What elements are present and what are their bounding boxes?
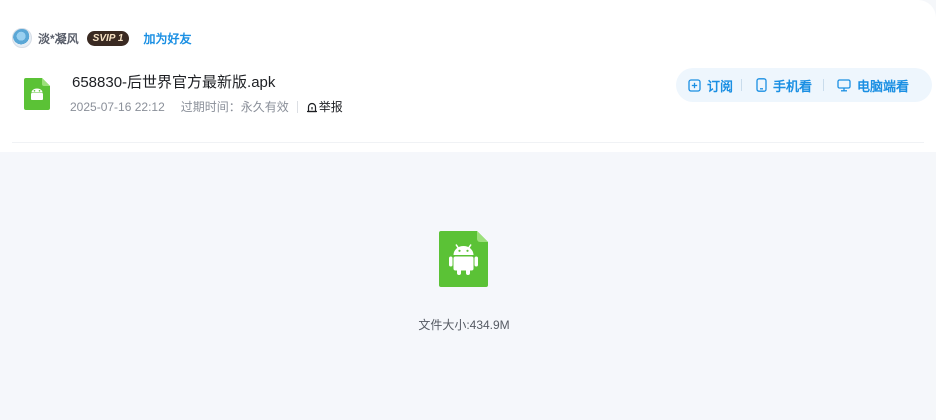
phone-view-label: 手机看 xyxy=(773,78,813,94)
expire-time: 过期时间：永久有效 xyxy=(180,100,289,114)
file-header-card: 淡*凝风 SVIP 1 加为好友 658830-后世界官方最新版.apk 202… xyxy=(0,0,936,152)
header-divider xyxy=(12,142,924,143)
subscribe-button[interactable]: 订阅 xyxy=(688,76,733,95)
meta-divider xyxy=(296,100,298,113)
action-separator xyxy=(741,79,743,91)
phone-view-button[interactable]: 手机看 xyxy=(756,76,812,95)
file-info-row: 658830-后世界官方最新版.apk 2025-07-16 22:12 过期时… xyxy=(24,72,343,115)
phone-icon xyxy=(756,78,767,92)
android-apk-icon xyxy=(439,231,488,287)
file-details: 658830-后世界官方最新版.apk 2025-07-16 22:12 过期时… xyxy=(70,72,343,115)
subscribe-icon xyxy=(688,78,701,92)
upload-date: 2025-07-16 22:12 xyxy=(70,99,165,114)
pc-view-label: 电脑端看 xyxy=(857,78,910,94)
action-separator xyxy=(823,79,825,91)
report-button[interactable]: 举报 xyxy=(306,98,343,115)
apk-file-icon xyxy=(24,78,50,110)
vip-badge: SVIP 1 xyxy=(86,30,130,46)
file-size-label: 文件大小:434.9M xyxy=(418,318,510,332)
file-meta: 2025-07-16 22:12 过期时间：永久有效 举报 xyxy=(70,98,343,115)
view-actions-bar: 订阅 手机看 电脑端看 xyxy=(676,68,932,102)
report-label: 举报 xyxy=(318,100,343,114)
file-name: 658830-后世界官方最新版.apk xyxy=(72,74,276,91)
uploader-row: 淡*凝风 SVIP 1 加为好友 xyxy=(12,26,191,50)
subscribe-label: 订阅 xyxy=(707,78,734,94)
uploader-name[interactable]: 淡*凝风 xyxy=(38,30,79,47)
monitor-icon xyxy=(837,78,851,91)
pc-view-button[interactable]: 电脑端看 xyxy=(837,76,909,95)
report-icon xyxy=(306,102,317,112)
add-friend-link[interactable]: 加为好友 xyxy=(143,30,191,47)
avatar[interactable] xyxy=(12,28,32,48)
